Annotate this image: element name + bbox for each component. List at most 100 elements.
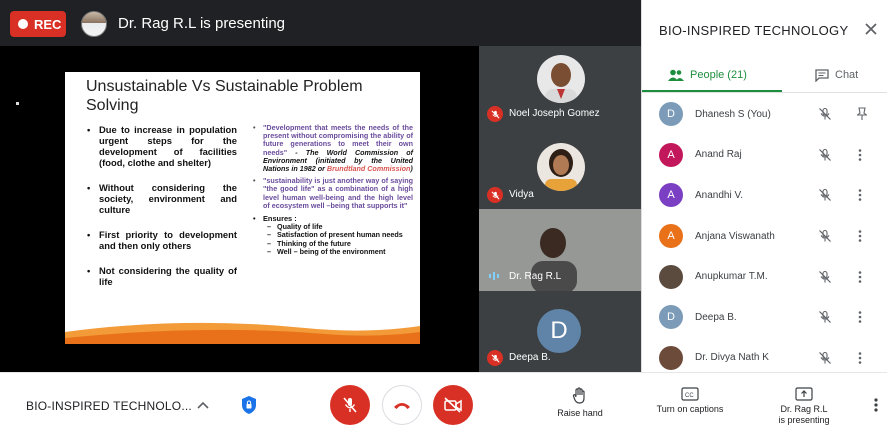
tab-chat-label: Chat: [835, 69, 859, 81]
participant-avatar: A: [659, 142, 683, 167]
captions-label: Turn on captions: [656, 404, 724, 414]
slide-right-column: "Development that meets the needs of the…: [253, 123, 413, 257]
record-dot-icon: [18, 19, 28, 29]
participant-row[interactable]: D Deepa B.: [642, 297, 887, 338]
participant-photo: [537, 143, 585, 191]
presenting-line-2: is presenting: [778, 415, 830, 425]
more-options-icon[interactable]: [857, 270, 863, 284]
participant-name: Dhanesh S (You): [695, 108, 771, 120]
raise-hand-button[interactable]: Raise hand: [552, 387, 608, 419]
slide-bullet: Due to increase in population urgent ste…: [87, 124, 237, 168]
mic-muted-icon[interactable]: [818, 351, 832, 365]
presenting-status: Dr. Rag R.L is presenting: [118, 15, 286, 32]
participant-name: Deepa B.: [509, 352, 551, 363]
people-icon: [668, 69, 684, 81]
slide-bullet: Without considering the society, environ…: [87, 182, 237, 215]
mic-muted-icon[interactable]: [818, 270, 832, 284]
mic-muted-icon[interactable]: [818, 107, 832, 121]
camera-off-icon: [444, 397, 462, 413]
slide-bullet: Not considering the quality of life: [87, 265, 237, 287]
slide-title: Unsustainable Vs Sustainable Problem Sol…: [86, 78, 363, 114]
mic-off-icon: [343, 397, 357, 413]
participant-initial-avatar: D: [537, 309, 581, 353]
more-options-icon[interactable]: [857, 310, 863, 324]
close-icon[interactable]: [862, 20, 880, 38]
participant-name: Dr. Divya Nath K: [695, 352, 769, 364]
more-options-icon[interactable]: [857, 229, 863, 243]
participant-name: Vidya: [509, 189, 534, 200]
participant-avatar: D: [659, 305, 683, 330]
participant-tile-active-speaker[interactable]: Dr. Rag R.L: [479, 209, 641, 291]
muted-mic-icon: [487, 350, 503, 366]
slide-left-bullets: Due to increase in population urgent ste…: [87, 124, 237, 301]
more-options-icon[interactable]: [857, 351, 863, 365]
slide-orange-swoosh: [65, 322, 420, 344]
participant-tile[interactable]: Noel Joseph Gomez: [479, 46, 641, 129]
slide-bullet: First priority to development and then o…: [87, 229, 237, 251]
participant-avatar: [659, 264, 683, 289]
participant-row[interactable]: A Anandhi V.: [642, 175, 887, 216]
tab-chat[interactable]: Chat: [815, 62, 858, 88]
participant-photo: [537, 55, 585, 103]
participant-name: Anandhi V.: [695, 189, 744, 201]
hand-icon: [572, 387, 585, 404]
present-screen-icon: [795, 387, 813, 401]
meeting-stage: REC Dr. Rag R.L is presenting Unsustaina…: [0, 0, 641, 372]
microphone-toggle-button[interactable]: [330, 385, 370, 425]
tab-divider: [642, 92, 887, 93]
svg-text:CC: CC: [685, 393, 694, 399]
participant-avatar: [659, 345, 683, 370]
participant-list: D Dhanesh S (You) A Anand Raj A Anandhi V. A An…: [642, 94, 887, 378]
participant-row[interactable]: A Anand Raj: [642, 135, 887, 176]
recording-label: REC: [34, 16, 62, 32]
mic-muted-icon[interactable]: [818, 188, 832, 202]
tab-people-label: People (21): [690, 69, 747, 81]
tab-people[interactable]: People (21): [668, 62, 747, 88]
presentation-area: Unsustainable Vs Sustainable Problem Sol…: [0, 46, 479, 372]
participant-row[interactable]: Anupkumar T.M.: [642, 256, 887, 297]
leave-call-button[interactable]: [382, 385, 422, 425]
participant-row[interactable]: D Dhanesh S (You): [642, 94, 887, 135]
presenting-line-1: Dr. Rag R.L: [780, 404, 828, 414]
ensures-item: Well – being of the environment: [253, 247, 413, 257]
pointer-mark: [16, 102, 19, 105]
pin-icon[interactable]: [855, 107, 869, 121]
people-panel: BIO-INSPIRED TECHNOLOGY People (21) Chat…: [641, 0, 887, 372]
more-options-icon[interactable]: [857, 188, 863, 202]
more-options-icon[interactable]: [857, 148, 863, 162]
participant-name: Deepa B.: [695, 311, 737, 323]
speaking-indicator-icon: [489, 272, 499, 280]
host-controls-shield-icon[interactable]: [240, 395, 258, 415]
muted-mic-icon: [487, 187, 503, 203]
panel-title: BIO-INSPIRED TECHNOLOGY: [659, 23, 849, 38]
presentation-slide: Unsustainable Vs Sustainable Problem Sol…: [65, 72, 420, 344]
bottom-toolbar: BIO-INSPIRED TECHNOLO... Raise hand CC T…: [0, 372, 887, 431]
participant-name: Anand Raj: [695, 149, 742, 161]
chevron-up-icon[interactable]: [197, 401, 209, 409]
participant-avatar: A: [659, 224, 683, 249]
mic-muted-icon[interactable]: [818, 310, 832, 324]
camera-toggle-button[interactable]: [433, 385, 473, 425]
participant-name: Noel Joseph Gomez: [509, 108, 600, 119]
raise-hand-label: Raise hand: [557, 408, 603, 418]
participant-name: Anjana Viswanath: [695, 230, 775, 242]
mic-muted-icon[interactable]: [818, 148, 832, 162]
presenter-avatar: [81, 11, 107, 37]
meet-window: REC Dr. Rag R.L is presenting Unsustaina…: [0, 0, 887, 431]
recording-badge[interactable]: REC: [10, 11, 66, 37]
top-bar: REC Dr. Rag R.L is presenting: [0, 0, 641, 46]
present-button[interactable]: Dr. Rag R.L is presenting: [770, 387, 838, 426]
hang-up-icon: [394, 403, 410, 409]
more-options-icon[interactable]: [873, 397, 879, 413]
participant-row[interactable]: A Anjana Viswanath: [642, 216, 887, 257]
muted-mic-icon: [487, 106, 503, 122]
closed-captions-icon: CC: [681, 387, 699, 401]
captions-button[interactable]: CC Turn on captions: [648, 387, 732, 415]
mic-muted-icon[interactable]: [818, 229, 832, 243]
participant-tile[interactable]: Vidya: [479, 129, 641, 209]
meeting-details-title[interactable]: BIO-INSPIRED TECHNOLO...: [26, 399, 192, 413]
quote-attribution-close: ): [410, 164, 413, 174]
participant-name: Anupkumar T.M.: [695, 271, 768, 283]
participant-tile[interactable]: D Deepa B.: [479, 291, 641, 372]
quote-attribution-highlight: Brundtland Commission: [326, 164, 411, 174]
